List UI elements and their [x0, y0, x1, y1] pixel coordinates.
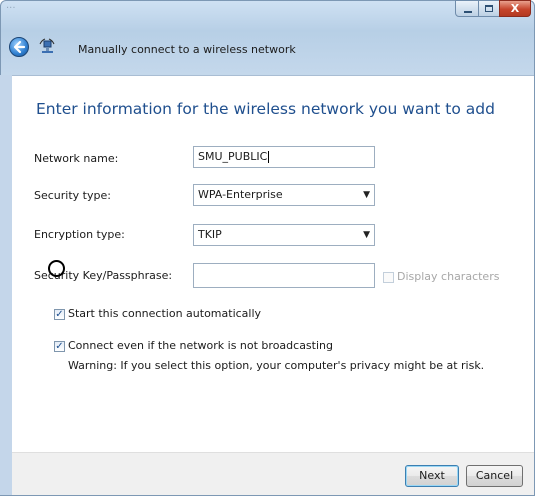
security-type-label: Security type: — [34, 189, 111, 202]
start-automatically-label: Start this connection automatically — [68, 307, 262, 320]
encryption-type-label: Encryption type: — [34, 228, 125, 241]
privacy-warning-text: Warning: If you select this option, your… — [68, 359, 485, 372]
encryption-type-value: TKIP — [198, 228, 222, 241]
security-type-select[interactable]: WPA-Enterprise ▼ — [193, 184, 375, 206]
maximize-button[interactable] — [478, 0, 500, 17]
connect-not-broadcasting-label: Connect even if the network is not broad… — [68, 339, 333, 352]
wizard-content: Enter information for the wireless netwo… — [12, 75, 534, 476]
wizard-title: Manually connect to a wireless network — [78, 43, 296, 56]
maximize-icon — [485, 5, 493, 12]
main-instruction: Enter information for the wireless netwo… — [36, 100, 495, 118]
security-type-value: WPA-Enterprise — [198, 188, 283, 201]
back-arrow-icon — [13, 40, 26, 54]
frame-left-edge — [0, 75, 12, 495]
display-characters-label: Display characters — [397, 270, 500, 283]
highlight-circle — [48, 260, 65, 277]
minimize-icon — [464, 11, 472, 13]
connect-not-broadcasting-checkbox[interactable]: ✓ — [54, 341, 65, 352]
back-button[interactable] — [9, 37, 29, 57]
close-button[interactable]: X — [499, 0, 531, 17]
next-button[interactable]: Next — [405, 465, 459, 487]
dropdown-arrow-icon: ▼ — [363, 190, 370, 200]
wizard-window: ... X Manually connect to a wireless net… — [0, 0, 535, 500]
cancel-button[interactable]: Cancel — [466, 465, 523, 487]
encryption-type-select[interactable]: TKIP ▼ — [193, 224, 375, 246]
window-title-text: ... — [6, 0, 16, 11]
wizard-footer: Next Cancel — [12, 452, 534, 495]
close-icon: X — [510, 2, 520, 15]
network-name-label: Network name: — [34, 152, 119, 165]
display-characters-checkbox[interactable] — [383, 272, 394, 283]
network-name-input[interactable]: SMU_PUBLIC — [193, 146, 375, 168]
minimize-button[interactable] — [455, 0, 479, 17]
network-name-value: SMU_PUBLIC — [198, 150, 268, 163]
wireless-network-icon — [38, 38, 56, 56]
start-automatically-checkbox[interactable]: ✓ — [54, 309, 65, 320]
security-key-input[interactable] — [193, 263, 375, 288]
dropdown-arrow-icon: ▼ — [363, 230, 370, 240]
text-caret — [268, 151, 270, 163]
